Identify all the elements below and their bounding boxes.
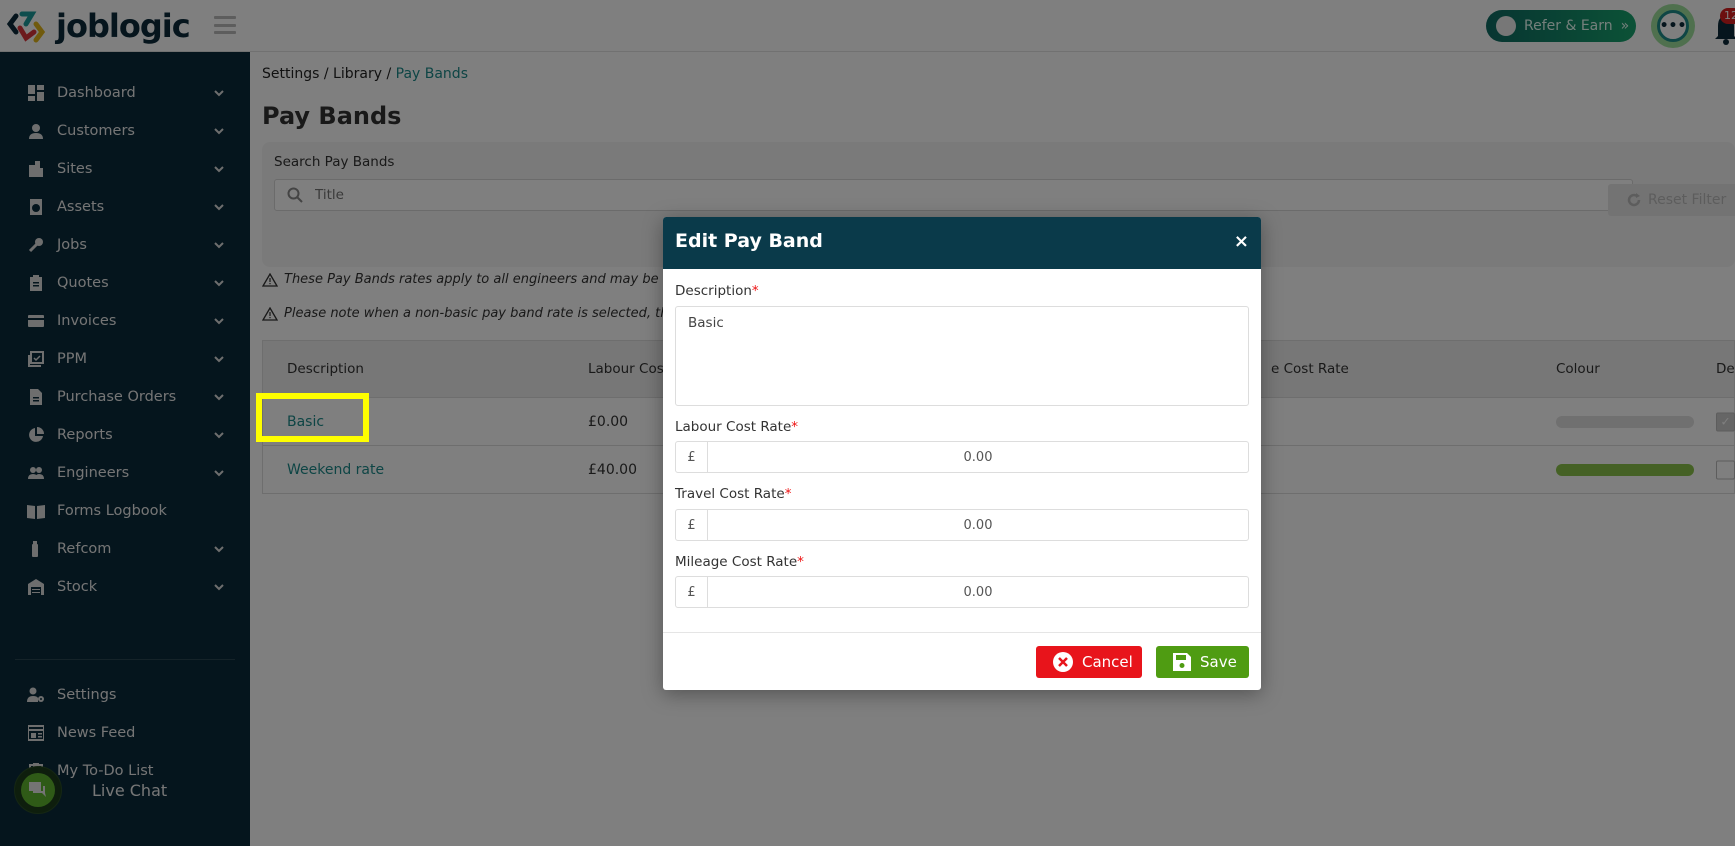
label-text: Travel Cost Rate [675,486,785,502]
save-button[interactable]: Save [1156,646,1249,678]
currency-symbol: £ [676,510,708,540]
close-icon[interactable]: × [1234,231,1249,252]
description-label: Description* [675,283,759,299]
dialog-header: Edit Pay Band × [663,217,1261,269]
labour-cost-rate-field: £ [675,441,1249,473]
floppy-disk-icon [1173,653,1191,671]
travel-cost-rate-input[interactable] [708,510,1248,540]
currency-symbol: £ [676,442,708,472]
currency-symbol: £ [676,577,708,607]
required-mark: * [791,419,799,435]
mileage-cost-rate-field: £ [675,576,1249,608]
labour-cost-rate-input[interactable] [708,442,1248,472]
description-input[interactable] [675,306,1249,406]
travel-cost-rate-field: £ [675,509,1249,541]
dialog-footer-divider [663,632,1261,633]
dialog-title: Edit Pay Band [675,230,823,252]
cancel-circle-icon [1053,652,1073,672]
required-mark: * [797,554,804,570]
travel-cost-rate-label: Travel Cost Rate* [675,486,791,502]
annotation-highlight-box [256,393,369,442]
required-mark: * [784,486,792,502]
required-mark: * [751,283,759,299]
cancel-button[interactable]: Cancel [1036,646,1142,678]
label-text: Description [675,283,752,299]
mileage-cost-rate-input[interactable] [708,577,1248,607]
mileage-cost-rate-label: Mileage Cost Rate* [675,554,804,570]
labour-cost-rate-label: Labour Cost Rate* [675,419,798,435]
label-text: Labour Cost Rate [675,419,792,435]
label-text: Mileage Cost Rate [675,554,798,570]
save-label: Save [1200,653,1237,671]
cancel-label: Cancel [1082,653,1133,671]
edit-pay-band-dialog: Edit Pay Band × Description* Labour Cost… [663,217,1261,690]
